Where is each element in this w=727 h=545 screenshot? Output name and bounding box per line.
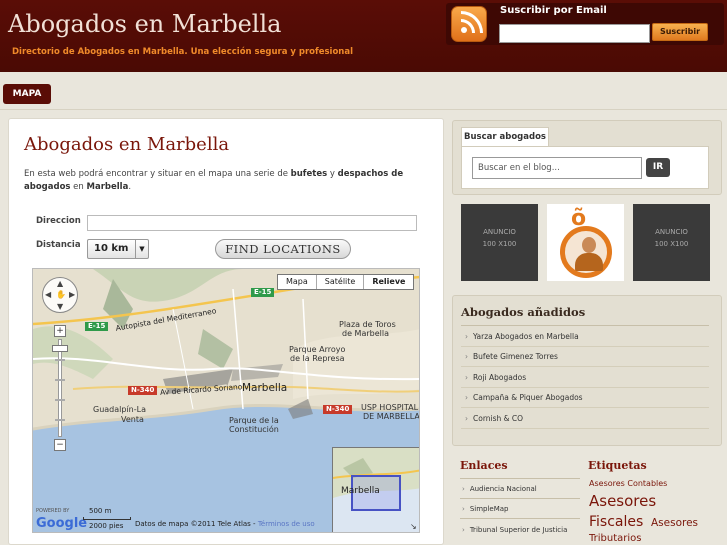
- divider: [460, 478, 580, 479]
- e15-badge: E-15: [251, 288, 275, 297]
- divider: [460, 498, 580, 499]
- link-item[interactable]: Audiencia Nacional: [462, 485, 537, 493]
- scale-imperial: 2000 pies: [89, 522, 124, 530]
- divider: [461, 325, 709, 326]
- list-item[interactable]: Roji Abogados: [465, 373, 526, 382]
- intro-text: En esta web podrá encontrar y situar en …: [24, 169, 404, 192]
- map-label-guadalpin2: Venta: [121, 415, 144, 424]
- zoom-tick: [55, 379, 65, 381]
- divider: [460, 518, 580, 519]
- subscribe-email-input[interactable]: [499, 24, 650, 43]
- overview-toggle-icon[interactable]: ↘: [410, 522, 417, 531]
- chevron-down-icon: ▼: [135, 240, 148, 258]
- list-item[interactable]: Bufete Gimenez Torres: [465, 352, 558, 361]
- map-type-tabs: Mapa Satélite Relieve: [277, 274, 415, 290]
- map-label-parque-arroyo2: de la Represa: [290, 354, 345, 363]
- map-label-guadalpin: Guadalpín-La: [93, 405, 146, 414]
- tag-link[interactable]: Asesores: [651, 518, 698, 529]
- subscribe-label: Suscribir por Email: [500, 5, 607, 16]
- page-title: Abogados en Marbella: [24, 134, 230, 155]
- nav-bar: [0, 72, 727, 110]
- divider: [461, 428, 709, 429]
- tab-satelite[interactable]: Satélite: [316, 275, 365, 289]
- powered-by-label: POWERED BY: [36, 508, 70, 514]
- terms-link[interactable]: Términos de uso: [258, 520, 315, 528]
- scale-bar: [83, 517, 131, 520]
- site-tagline: Directorio de Abogados en Marbella. Una …: [12, 47, 353, 57]
- divider: [461, 407, 709, 408]
- list-item[interactable]: Campaña & Piquer Abogados: [465, 393, 583, 402]
- n340-badge: N-340: [323, 405, 353, 414]
- direccion-input[interactable]: [87, 215, 417, 231]
- divider: [461, 366, 709, 367]
- subscribe-button[interactable]: Suscribir: [652, 23, 708, 41]
- pan-right-icon[interactable]: ▶: [69, 290, 75, 299]
- tab-mapa[interactable]: Mapa: [278, 275, 317, 289]
- map-label-plaza: Plaza de Toros: [339, 320, 396, 329]
- overview-label: Marbella: [341, 486, 380, 496]
- map-label-parque-constitucion2: Constitución: [229, 425, 279, 434]
- pan-up-icon[interactable]: ▲: [57, 279, 63, 288]
- divider: [461, 346, 709, 347]
- distancia-value: 10 km: [94, 243, 129, 254]
- tag-link[interactable]: Tributarios: [589, 534, 641, 544]
- find-locations-button[interactable]: FIND LOCATIONS: [215, 239, 351, 259]
- scale-metric: 500 m: [89, 507, 112, 515]
- google-logo[interactable]: Google: [36, 516, 87, 531]
- map-label-usp2: DE MARBELLA: [363, 412, 420, 421]
- map-label-parque-arroyo: Parque Arroyo: [289, 345, 346, 354]
- search-input[interactable]: Buscar en el blog...: [472, 157, 642, 179]
- search-button[interactable]: IR: [646, 158, 670, 177]
- distancia-label: Distancia: [36, 240, 81, 250]
- divider: [461, 387, 709, 388]
- n340-badge: N-340: [128, 386, 158, 395]
- rss-icon[interactable]: [451, 6, 487, 42]
- map-overview[interactable]: Marbella: [332, 447, 419, 532]
- search-tab[interactable]: Buscar abogados: [461, 127, 549, 146]
- map-pan-control[interactable]: ▲ ▼ ◀ ▶ ✋: [42, 277, 78, 313]
- map-label-usp: USP HOSPITAL: [361, 403, 419, 412]
- map-label-plaza2: de Marbella: [342, 329, 389, 338]
- link-item[interactable]: SimpleMap: [462, 505, 509, 513]
- map-label-marbella: Marbella: [242, 382, 288, 394]
- zoom-slider-handle[interactable]: [52, 345, 68, 352]
- hand-icon: ✋: [56, 290, 66, 299]
- ad-banner[interactable]: ANUNCIO 100 X100: [461, 204, 538, 281]
- map[interactable]: E-15 E-15 N-340 N-340 Autopista del Medi…: [32, 268, 420, 533]
- direccion-label: Direccion: [36, 216, 81, 226]
- ad-logo[interactable]: õ: [547, 204, 624, 281]
- e15-badge: E-15: [85, 322, 109, 331]
- portrait-icon: [560, 226, 612, 278]
- list-item[interactable]: Cornish & CO: [465, 414, 523, 423]
- map-label-parque-constitucion: Parque de la: [229, 416, 279, 425]
- zoom-in-button[interactable]: +: [54, 325, 66, 337]
- pan-down-icon[interactable]: ▼: [57, 302, 63, 311]
- tag-link[interactable]: Fiscales: [589, 515, 643, 529]
- nav-item-mapa[interactable]: MAPA: [3, 84, 51, 104]
- link-item[interactable]: Tribunal Superior de Justicia: [462, 526, 568, 534]
- map-credit: Datos de mapa ©2011 Tele Atlas - Término…: [135, 520, 315, 528]
- zoom-out-button[interactable]: −: [54, 439, 66, 451]
- zoom-tick: [55, 359, 65, 361]
- tag-link[interactable]: Asesores: [589, 494, 656, 509]
- pan-left-icon[interactable]: ◀: [45, 290, 51, 299]
- list-item[interactable]: Yarza Abogados en Marbella: [465, 332, 579, 341]
- tag-link[interactable]: Asesores Contables: [589, 480, 667, 488]
- distancia-select[interactable]: 10 km ▼: [87, 239, 149, 259]
- ad-banner[interactable]: ANUNCIO 100 X100: [633, 204, 710, 281]
- tab-relieve[interactable]: Relieve: [364, 275, 414, 289]
- site-title[interactable]: Abogados en Marbella: [8, 10, 281, 38]
- enlaces-title: Enlaces: [460, 459, 508, 472]
- zoom-tick: [55, 399, 65, 401]
- etiquetas-title: Etiquetas: [588, 459, 647, 472]
- zoom-slider[interactable]: [58, 339, 62, 437]
- added-lawyers-title: Abogados añadidos: [461, 305, 586, 319]
- zoom-tick: [55, 419, 65, 421]
